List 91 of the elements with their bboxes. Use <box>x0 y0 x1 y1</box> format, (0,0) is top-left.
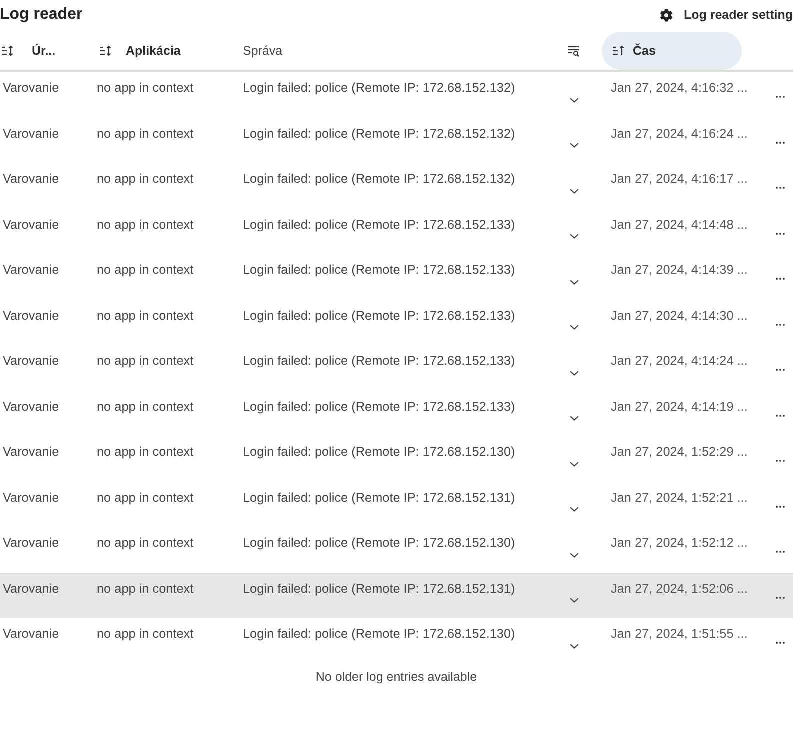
table-cell: Varovanie <box>3 126 60 142</box>
table-cell: Login failed: police (Remote IP: 172.68.152.130) <box>243 627 516 642</box>
column-header[interactable]: Čas <box>602 32 742 70</box>
table-cell: no app in context <box>97 126 194 142</box>
table-cell: no app in context <box>97 536 194 551</box>
more-options-button[interactable] <box>773 549 787 555</box>
table-cell: no app in context <box>97 627 194 642</box>
table-cell: no app in context <box>97 308 194 324</box>
table-cell: no app in context <box>97 354 194 369</box>
chevron-down-icon <box>570 188 578 194</box>
table-cell: Jan 27, 2024, 4:16:32 ... <box>611 81 748 96</box>
table-cell: Jan 27, 2024, 4:14:48 ... <box>611 218 748 232</box>
more-options-button[interactable] <box>773 140 787 146</box>
table-cell: no app in context <box>97 81 194 96</box>
table-cell: Jan 27, 2024, 1:52:12 ... <box>611 536 748 551</box>
chevron-down-icon <box>570 280 578 284</box>
table-cell: no app in context <box>97 218 194 232</box>
table-cell: Login failed: police (Remote IP: 172.68.152.133) <box>243 400 516 414</box>
table-cell: Login failed: police (Remote IP: 172.68.152.132) <box>243 172 516 187</box>
table-cell: no app in context <box>97 263 194 278</box>
settings-icon <box>660 8 673 22</box>
more-options-button[interactable] <box>773 367 787 373</box>
table-cell: Varovanie <box>3 400 60 414</box>
sort-icon <box>613 46 625 56</box>
table-cell: Varovanie <box>3 445 60 460</box>
table-cell: Varovanie <box>3 308 60 324</box>
table-cell: Login failed: police (Remote IP: 172.68.152.130) <box>243 536 516 551</box>
table-cell: Varovanie <box>3 354 60 369</box>
table-cell: Login failed: police (Remote IP: 172.68.152.133) <box>243 263 516 278</box>
search-filter-icon[interactable] <box>568 46 580 56</box>
table-cell: Varovanie <box>3 490 60 506</box>
table-cell: Varovanie <box>3 582 60 596</box>
chevron-down-icon <box>570 98 578 102</box>
more-options-button[interactable] <box>773 185 787 191</box>
table-cell: Login failed: police (Remote IP: 172.68.152.133) <box>243 308 516 324</box>
more-options-button[interactable] <box>773 594 787 600</box>
table-cell: Jan 27, 2024, 4:14:24 ... <box>611 354 748 369</box>
table-cell: no app in context <box>97 582 194 596</box>
more-options-button[interactable] <box>773 276 787 282</box>
page-title: Log reader <box>0 7 83 23</box>
more-options-button[interactable] <box>773 322 787 328</box>
table-cell: no app in context <box>97 445 194 460</box>
table-cell: Varovanie <box>3 218 60 232</box>
table-cell: Jan 27, 2024, 4:16:24 ... <box>611 126 748 142</box>
table-cell: Login failed: police (Remote IP: 172.68.152.131) <box>243 490 516 506</box>
table-cell: Jan 27, 2024, 1:52:21 ... <box>611 490 748 506</box>
table-cell: Login failed: police (Remote IP: 172.68.152.133) <box>243 218 516 232</box>
column-header[interactable]: Aplikácia <box>100 32 181 70</box>
table-cell: Login failed: police (Remote IP: 172.68.152.133) <box>243 354 516 369</box>
chevron-down-icon <box>570 507 578 512</box>
table-cell: Login failed: police (Remote IP: 172.68.152.131) <box>243 582 516 596</box>
table-cell: Varovanie <box>3 536 60 551</box>
table-cell: Jan 27, 2024, 4:14:19 ... <box>611 400 748 414</box>
more-options-button[interactable] <box>773 230 787 236</box>
chevron-down-icon <box>570 416 578 421</box>
chevron-down-icon <box>570 552 578 558</box>
column-header: Správa <box>243 42 283 60</box>
chevron-down-icon <box>570 234 578 239</box>
table-cell: Jan 27, 2024, 4:16:17 ... <box>611 172 748 187</box>
settings-button[interactable]: Log reader setting <box>660 6 793 24</box>
empty-list-message: No older log entries available <box>316 670 478 684</box>
table-cell: Jan 27, 2024, 1:52:29 ... <box>611 445 748 460</box>
table-cell: Login failed: police (Remote IP: 172.68.152.132) <box>243 81 516 96</box>
table-cell: Varovanie <box>3 172 60 187</box>
table-cell: Jan 27, 2024, 4:14:30 ... <box>611 308 748 324</box>
table-cell: Jan 27, 2024, 1:51:55 ... <box>611 627 748 642</box>
chevron-down-icon <box>570 325 578 330</box>
table-cell: no app in context <box>97 172 194 187</box>
table-cell: Varovanie <box>3 81 60 96</box>
table-cell: Login failed: police (Remote IP: 172.68.152.132) <box>243 126 516 142</box>
chevron-down-icon <box>570 370 578 376</box>
table-cell: no app in context <box>97 400 194 414</box>
chevron-down-icon <box>570 644 578 648</box>
table-cell: Login failed: police (Remote IP: 172.68.152.130) <box>243 445 516 460</box>
table-cell: Jan 27, 2024, 4:14:39 ... <box>611 263 748 278</box>
table-cell: no app in context <box>97 490 194 506</box>
more-options-button[interactable] <box>773 94 787 100</box>
more-options-button[interactable] <box>773 458 787 464</box>
more-options-button[interactable] <box>773 504 787 510</box>
chevron-down-icon <box>570 462 578 466</box>
table-cell: Varovanie <box>3 627 60 642</box>
sort-icon <box>100 46 112 56</box>
column-header[interactable]: Úr... <box>2 32 56 70</box>
sort-icon <box>2 46 14 56</box>
table-row[interactable]: Varovanie no app in context Login failed: police (Remote IP: 172.68.152.131) Jan 27, 2024, 1:52:06 ... <box>0 572 793 618</box>
table-cell: Jan 27, 2024, 1:52:06 ... <box>611 582 748 596</box>
more-options-button[interactable] <box>773 640 787 646</box>
chevron-down-icon <box>570 143 578 148</box>
more-options-button[interactable] <box>773 412 787 418</box>
chevron-down-icon <box>570 598 578 603</box>
table-cell: Varovanie <box>3 263 60 278</box>
